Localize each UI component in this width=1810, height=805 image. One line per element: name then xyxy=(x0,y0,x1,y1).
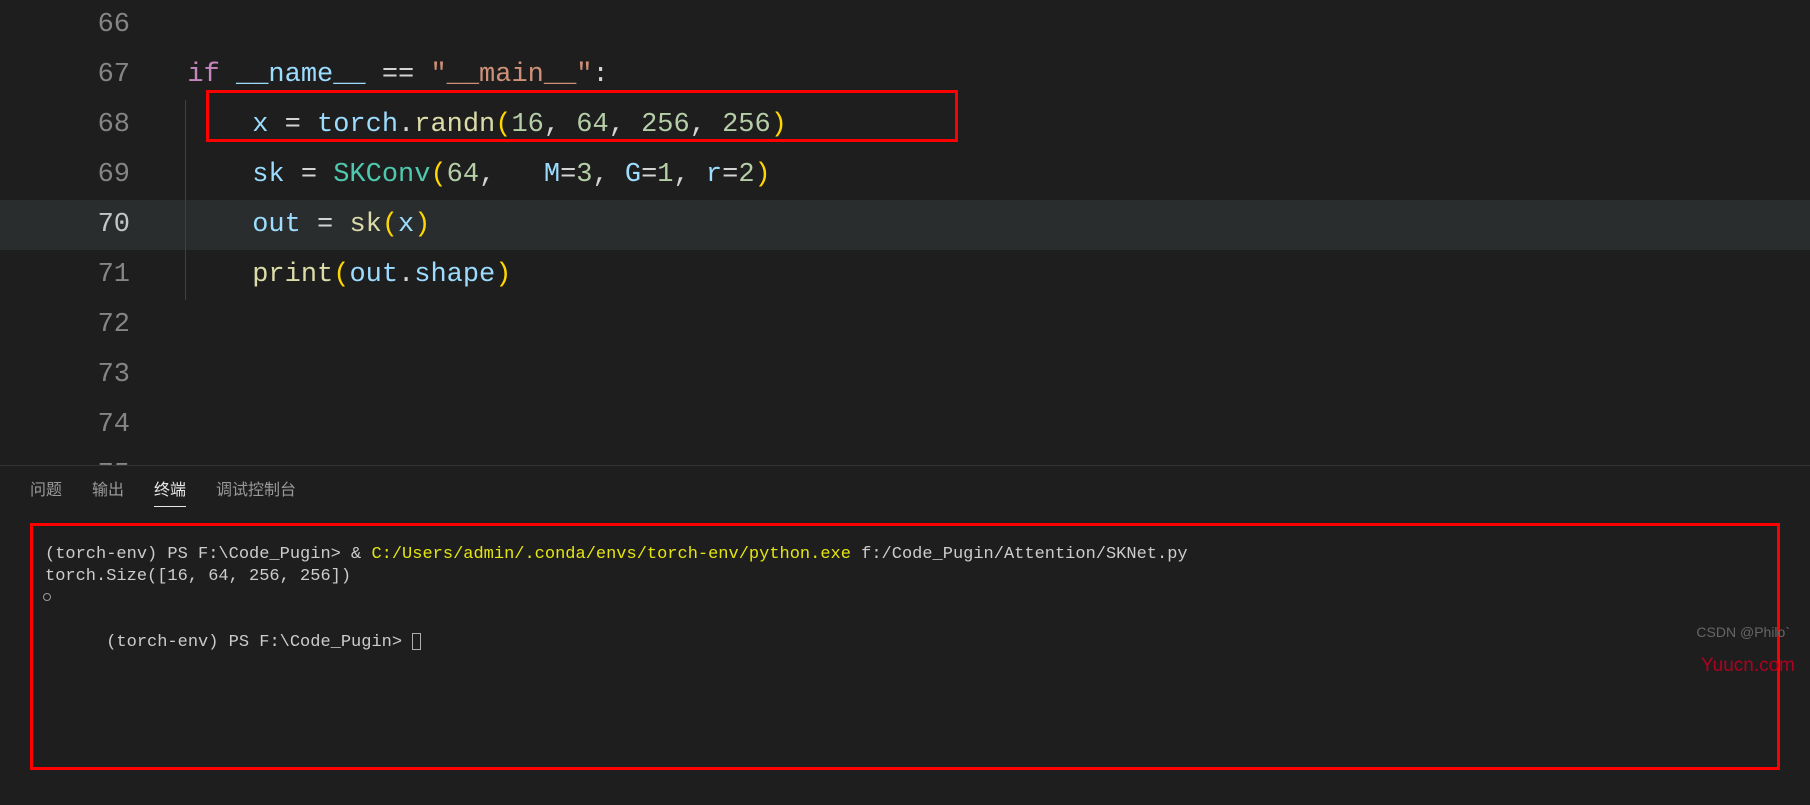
line-content xyxy=(155,400,1810,450)
line-content: x = torch.randn(16, 64, 256, 256) xyxy=(155,100,1810,150)
line-number: 73 xyxy=(0,350,155,400)
code-line[interactable]: 68 x = torch.randn(16, 64, 256, 256) xyxy=(0,100,1810,150)
code-line[interactable]: 67 if __name__ == "__main__": xyxy=(0,50,1810,100)
terminal-line: torch.Size([16, 64, 256, 256]) xyxy=(45,566,1752,588)
terminal-cursor xyxy=(412,633,421,650)
prompt-marker-icon xyxy=(43,593,51,601)
line-number: 70 xyxy=(0,200,155,250)
line-content xyxy=(155,350,1810,400)
brand-watermark: Yuucn.com xyxy=(1701,655,1795,677)
code-line[interactable]: 74 xyxy=(0,400,1810,450)
code-line[interactable]: 75 xyxy=(0,450,1810,465)
panel-tab-bar: 问题 输出 终端 调试控制台 xyxy=(0,471,1810,511)
csdn-watermark: CSDN @Philo` xyxy=(1696,624,1790,640)
code-editor[interactable]: 66 67 if __name__ == "__main__":68 x = t… xyxy=(0,0,1810,465)
line-content: if __name__ == "__main__": xyxy=(155,50,1810,100)
tab-problems[interactable]: 问题 xyxy=(30,476,62,506)
line-content xyxy=(155,0,1810,50)
line-content xyxy=(155,450,1810,465)
line-number: 71 xyxy=(0,250,155,300)
line-number: 66 xyxy=(0,0,155,50)
line-number: 67 xyxy=(0,50,155,100)
tab-debug-console[interactable]: 调试控制台 xyxy=(216,476,296,506)
line-content: print(out.shape) xyxy=(155,250,1810,300)
line-number: 74 xyxy=(0,400,155,450)
code-line[interactable]: 71 print(out.shape) xyxy=(0,250,1810,300)
code-line[interactable]: 69 sk = SKConv(64, M=3, G=1, r=2) xyxy=(0,150,1810,200)
code-line[interactable]: 72 xyxy=(0,300,1810,350)
code-line[interactable]: 66 xyxy=(0,0,1810,50)
tab-terminal[interactable]: 终端 xyxy=(154,476,186,507)
line-number: 72 xyxy=(0,300,155,350)
line-number: 75 xyxy=(0,450,155,465)
terminal-output[interactable]: (torch-env) PS F:\Code_Pugin> & C:/Users… xyxy=(30,523,1780,770)
line-content: out = sk(x) xyxy=(155,200,1810,250)
bottom-panel: 问题 输出 终端 调试控制台 (torch-env) PS F:\Code_Pu… xyxy=(0,465,1810,770)
line-number: 69 xyxy=(0,150,155,200)
code-line[interactable]: 73 xyxy=(0,350,1810,400)
tab-output[interactable]: 输出 xyxy=(92,476,124,506)
code-line[interactable]: 70 out = sk(x) xyxy=(0,200,1810,250)
line-content xyxy=(155,300,1810,350)
line-content: sk = SKConv(64, M=3, G=1, r=2) xyxy=(155,150,1810,200)
line-number: 68 xyxy=(0,100,155,150)
terminal-prompt-line: (torch-env) PS F:\Code_Pugin> xyxy=(45,588,1752,676)
terminal-line: (torch-env) PS F:\Code_Pugin> & C:/Users… xyxy=(45,544,1752,566)
